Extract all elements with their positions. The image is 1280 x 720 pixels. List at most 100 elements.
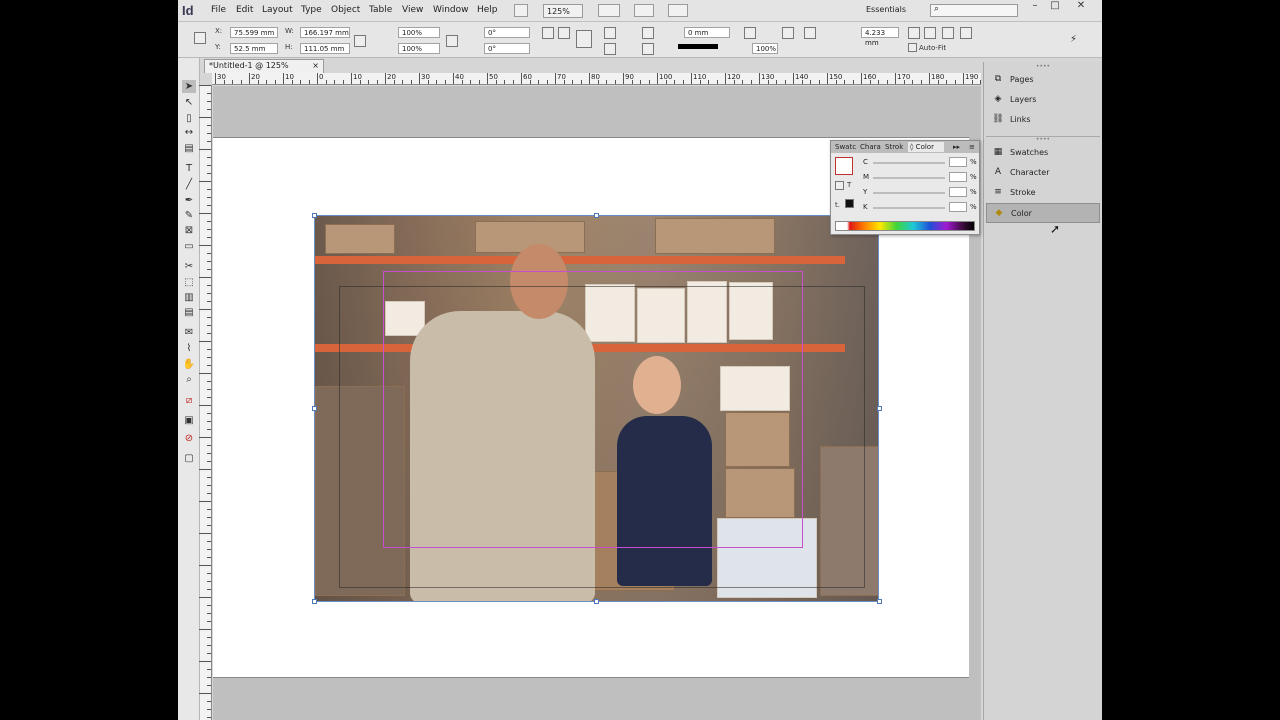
color-spectrum-ramp[interactable] <box>835 221 975 231</box>
maximize-button[interactable]: □ <box>1044 0 1066 12</box>
bridge-icon[interactable] <box>514 4 528 17</box>
type-tool-icon[interactable]: T <box>182 162 196 175</box>
content-collector-icon[interactable]: ▤ <box>182 142 196 155</box>
y-field[interactable]: 52.5 mm <box>230 43 278 54</box>
apply-none-icon[interactable]: ⊘ <box>182 432 196 445</box>
zoom-select[interactable]: 125% <box>543 4 583 18</box>
hand-tool-icon[interactable]: ✋ <box>182 358 196 371</box>
opacity-field[interactable]: 100% <box>752 43 778 54</box>
text-wrap-icon[interactable] <box>804 27 816 39</box>
dock-color[interactable]: ◆ Color <box>986 203 1100 223</box>
formatting-text-icon[interactable]: T <box>847 181 851 189</box>
cyan-field[interactable] <box>949 157 967 167</box>
pen-tool-icon[interactable]: ✒ <box>182 194 196 207</box>
menu-type[interactable]: Type <box>301 5 322 15</box>
menu-help[interactable]: Help <box>477 5 498 15</box>
pencil-tool-icon[interactable]: ✎ <box>182 209 196 222</box>
fill-stroke-icon[interactable]: ⧄ <box>182 394 196 407</box>
document-tab[interactable]: *Untitled-1 @ 125% × <box>204 59 324 73</box>
fill-proportionally-icon[interactable] <box>960 27 972 39</box>
collapse-panel-icon[interactable]: ▸▸ <box>951 142 962 152</box>
dock-pages[interactable]: ⧉ Pages <box>986 70 1100 90</box>
dock-layers[interactable]: ◈ Layers <box>986 90 1100 110</box>
zoom-tool-icon[interactable]: ⌕ <box>182 373 196 386</box>
scale-y-field[interactable]: 100% <box>398 43 440 54</box>
rotate-ccw-icon[interactable] <box>558 27 570 39</box>
fx-icon[interactable] <box>782 27 794 39</box>
transform-p-icon[interactable] <box>576 30 592 48</box>
close-button[interactable]: ✕ <box>1070 0 1092 12</box>
line-tool-icon[interactable]: ╱ <box>182 178 196 191</box>
lightning-icon[interactable]: ⚡ <box>1070 34 1077 45</box>
gradient-swatch-tool-icon[interactable]: ▥ <box>182 291 196 304</box>
page-tool-icon[interactable]: ▯ <box>182 112 196 125</box>
yellow-field[interactable] <box>949 187 967 197</box>
magenta-slider[interactable] <box>873 177 945 179</box>
fit-frame-icon[interactable] <box>924 27 936 39</box>
fit-content-icon[interactable] <box>908 27 920 39</box>
menu-object[interactable]: Object <box>331 5 360 15</box>
frame-handle-tc[interactable] <box>594 213 599 218</box>
frame-handle-bl[interactable] <box>312 599 317 604</box>
menu-edit[interactable]: Edit <box>236 5 253 15</box>
constrain-scale-icon[interactable] <box>446 35 458 47</box>
rotate-cw-icon[interactable] <box>542 27 554 39</box>
scissors-tool-icon[interactable]: ✂ <box>182 260 196 273</box>
height-field[interactable]: 111.05 mm <box>300 43 350 54</box>
black-swatch-icon[interactable] <box>845 199 854 208</box>
stroke-type-swatch[interactable] <box>678 44 718 49</box>
menu-file[interactable]: File <box>211 5 226 15</box>
rectangle-frame-tool-icon[interactable]: ⊠ <box>182 224 196 237</box>
workspace-switcher[interactable]: Essentials <box>866 5 906 14</box>
black-field[interactable] <box>949 202 967 212</box>
frame-handle-ml[interactable] <box>312 406 317 411</box>
image-frame[interactable] <box>314 215 879 602</box>
close-tab-icon[interactable]: × <box>312 60 319 72</box>
shadow-effect-icon[interactable] <box>744 27 756 39</box>
tab-color[interactable]: ◊ Color <box>908 142 944 152</box>
eyedropper-tool-icon[interactable]: ⌇ <box>182 342 196 355</box>
direct-selection-tool-icon[interactable]: ↖ <box>182 96 196 109</box>
minimize-button[interactable]: – <box>1024 0 1046 12</box>
scale-x-field[interactable]: 100% <box>398 27 440 38</box>
menu-table[interactable]: Table <box>369 5 392 15</box>
dock-swatches[interactable]: ▦ Swatches <box>986 143 1100 163</box>
arrange-documents-icon[interactable] <box>668 4 688 17</box>
menu-layout[interactable]: Layout <box>262 5 293 15</box>
screen-mode-tool-icon[interactable]: ▢ <box>182 452 196 465</box>
search-input[interactable]: ⌕ <box>930 4 1018 17</box>
shear-field[interactable]: 0° <box>484 43 530 54</box>
cyan-slider[interactable] <box>873 162 945 164</box>
view-options-icon[interactable] <box>598 4 620 17</box>
rotation-field[interactable]: 0° <box>484 27 530 38</box>
color-panel[interactable]: Swatc Chara Strok ◊ Color ▸▸ ≡ T t. C% M… <box>830 140 980 235</box>
selection-tool-icon[interactable]: ➤ <box>182 80 196 93</box>
gradient-feather-tool-icon[interactable]: ▤ <box>182 306 196 319</box>
screen-mode-icon[interactable] <box>634 4 654 17</box>
auto-fit-checkbox[interactable] <box>908 43 917 52</box>
panel-menu-icon[interactable]: ≡ <box>967 142 977 152</box>
reference-point-icon[interactable] <box>194 32 206 44</box>
fill-stroke-swatch-icon[interactable] <box>835 157 853 175</box>
frame-handle-br[interactable] <box>877 599 882 604</box>
gap-tool-icon[interactable]: ↔ <box>182 126 196 139</box>
tab-stroke[interactable]: Strok <box>883 142 907 152</box>
offset-field[interactable]: 4.233 mm <box>861 27 899 47</box>
free-transform-tool-icon[interactable]: ⬚ <box>182 276 196 289</box>
x-field[interactable]: 75.599 mm <box>230 27 278 38</box>
stroke-weight-field[interactable]: 0 mm <box>684 27 730 38</box>
tab-swatches[interactable]: Swatc <box>833 142 857 152</box>
stroke-swatch-icon[interactable] <box>642 43 654 55</box>
formatting-container-icon[interactable] <box>835 181 844 190</box>
tint-icon[interactable]: t. <box>835 201 840 209</box>
black-slider[interactable] <box>873 207 945 209</box>
fill-swatch-icon[interactable] <box>642 27 654 39</box>
rectangle-tool-icon[interactable]: ▭ <box>182 240 196 253</box>
flip-horizontal-icon[interactable] <box>604 27 616 39</box>
magenta-field[interactable] <box>949 172 967 182</box>
formatting-affects-icon[interactable]: ▣ <box>182 414 196 427</box>
constrain-proportions-icon[interactable] <box>354 35 366 47</box>
yellow-slider[interactable] <box>873 192 945 194</box>
width-field[interactable]: 166.197 mm <box>300 27 350 38</box>
tab-character[interactable]: Chara <box>858 142 882 152</box>
